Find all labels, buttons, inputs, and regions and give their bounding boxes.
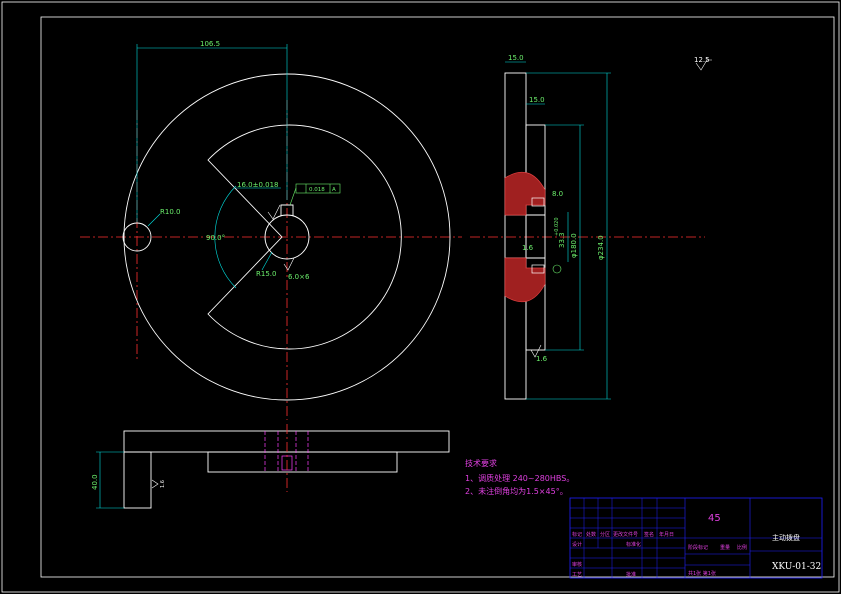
tb-scale-label: 比例 xyxy=(737,544,747,551)
tb-standardize-label: 标准化 xyxy=(626,541,641,548)
tb-row-label-5: 年月日 xyxy=(659,531,674,538)
tb-approve-label: 批准 xyxy=(626,571,636,578)
tb-left-label-0: 设计 xyxy=(572,541,582,548)
dim-outer-diameter-label: φ234.0 xyxy=(597,235,605,260)
dim-side-step-label: 15.0 xyxy=(529,96,545,104)
front-view: 106.5 90.0° 16.0±0.018 0.018 A R10.0 R15… xyxy=(80,40,462,420)
tb-stage-label: 阶段标记 xyxy=(688,544,708,551)
dim-chamfer-top-label: 1.6 xyxy=(522,244,534,252)
dim-angle-label: 90.0° xyxy=(206,234,225,242)
technical-notes: 技术要求 1、调质处理 240~280HBS。 2、未注倒角均为1.5×45°。 xyxy=(465,458,574,496)
tb-left-label-2: 工艺 xyxy=(572,572,582,578)
tb-row-label-0: 标记 xyxy=(572,531,582,538)
dim-bore-tol-label: +0.020 xyxy=(554,217,560,236)
roughness-symbol-bottom xyxy=(151,479,159,489)
tb-left-label-1: 审核 xyxy=(572,561,582,568)
bottom-pin xyxy=(123,451,152,509)
tb-row-label-2: 分区 xyxy=(600,531,610,538)
bottom-plate xyxy=(123,430,450,453)
dim-key-width-label: 16.0±0.018 xyxy=(237,181,279,189)
tb-weight-label: 重量 xyxy=(720,544,730,551)
dim-height-label: 40.0 xyxy=(91,474,99,490)
dim-side-thickness-label: 15.0 xyxy=(508,54,524,62)
side-plate xyxy=(504,72,527,400)
surface-finish-label: 12.5 xyxy=(694,56,710,64)
bottom-view: 40.0 1.6 xyxy=(91,424,450,509)
dim-width-label: 106.5 xyxy=(200,40,220,48)
cad-drawing: 106.5 90.0° 16.0±0.018 0.018 A R10.0 R15… xyxy=(1,1,840,593)
bottom-hub xyxy=(207,451,398,473)
dim-bore-radius-label: R15.0 xyxy=(256,270,276,278)
side-view: 15.0 15.0 8.0 φ234.0 φ180.0 33.3 +0.020 … xyxy=(470,54,712,400)
tb-row-label-4: 签名 xyxy=(644,531,654,538)
tolerance-leader xyxy=(289,187,297,206)
title-block: 标记 处数 分区 更改文件号 签名 年月日 设计 审核 工艺 标准化 批准 阶段… xyxy=(569,497,823,579)
dim-hole-label: 6.0×6 xyxy=(288,273,310,281)
tb-part-name: 主动拨盘 xyxy=(772,533,800,542)
tb-material: 45 xyxy=(708,513,721,524)
section-hatch-bottom xyxy=(504,257,546,303)
datum-marker-side xyxy=(552,264,562,274)
note-item-1: 1、调质处理 240~280HBS。 xyxy=(465,473,574,483)
surface-mark-label: 1.6 xyxy=(160,480,166,488)
tb-row-label-3: 更改文件号 xyxy=(613,531,638,538)
tb-sheet-info: 共1张 第1张 xyxy=(688,570,716,577)
dim-chamfer-bottom-label: 1.6 xyxy=(536,355,548,363)
sheet-border-outer xyxy=(1,1,840,593)
note-item-2: 2、未注倒角均为1.5×45°。 xyxy=(465,486,568,496)
dim-side-slot-label: 8.0 xyxy=(552,190,563,198)
dim-r15-leader xyxy=(261,251,273,271)
section-hatch-top xyxy=(504,171,546,216)
dim-r10-leader xyxy=(147,213,161,227)
roughness-symbol-2 xyxy=(283,257,295,271)
tolerance-value: 0.018 xyxy=(309,187,325,193)
side-hub xyxy=(525,124,546,351)
tb-row-label-1: 处数 xyxy=(586,531,596,538)
sheet-border-inner xyxy=(40,16,835,578)
dim-mid-diameter-label: φ180.0 xyxy=(570,233,578,258)
tolerance-datum: A xyxy=(332,187,336,193)
tb-drawing-number: XKU-01-32 xyxy=(772,562,821,572)
notes-heading: 技术要求 xyxy=(465,458,497,468)
dim-small-radius-label: R10.0 xyxy=(160,208,180,216)
